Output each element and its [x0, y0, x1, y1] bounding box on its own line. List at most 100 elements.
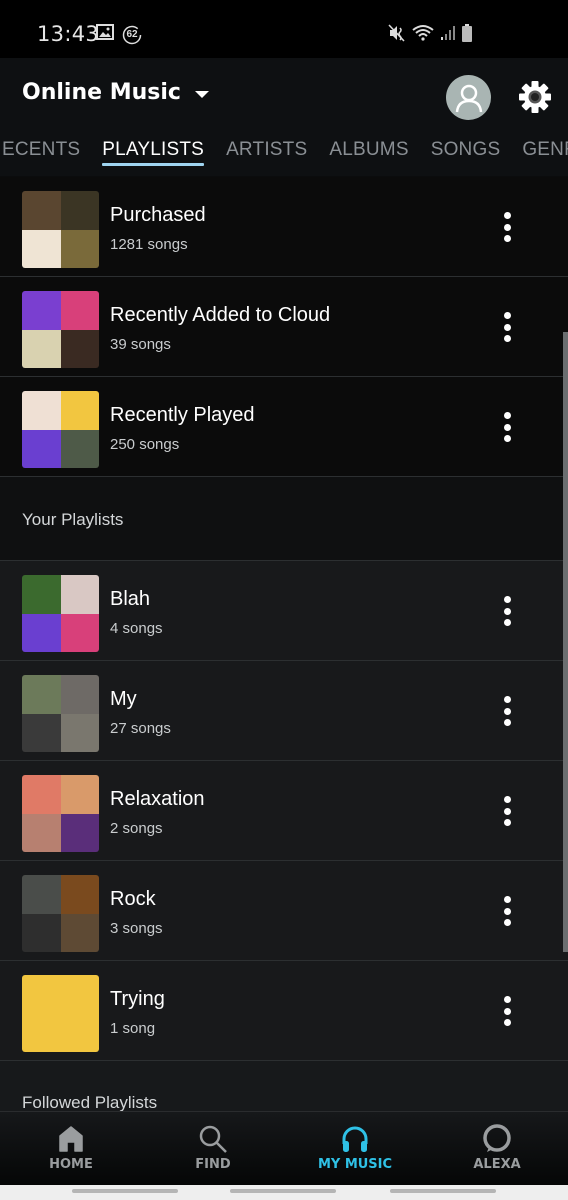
playlist-song-count: 39 songs	[110, 336, 171, 353]
mute-vibrate-icon	[388, 24, 406, 47]
playlist-artwork	[22, 291, 99, 368]
album-cover-tile	[60, 191, 99, 230]
album-cover-tile	[60, 291, 99, 330]
kebab-dot-icon	[503, 596, 511, 603]
album-cover-tile	[22, 429, 61, 468]
kebab-dot-icon	[503, 1007, 511, 1015]
album-cover-tile	[22, 329, 61, 368]
tab-bar: ECENTS PLAYLISTS ARTISTS ALBUMS SONGS GE…	[0, 138, 568, 170]
playlist-artwork	[22, 191, 99, 268]
home-gesture-handle[interactable]	[230, 1189, 336, 1193]
album-cover-tile	[60, 575, 99, 614]
kebab-dot-icon	[503, 996, 511, 1003]
kebab-dot-icon	[503, 719, 511, 726]
playlist-row-blah[interactable]: Blah 4 songs	[0, 561, 568, 661]
playlist-list: Purchased 1281 songs Recently Added to C…	[0, 177, 568, 1121]
more-options-button[interactable]	[497, 796, 517, 826]
album-cover-tile	[60, 229, 99, 268]
album-cover-tile	[60, 329, 99, 368]
playlist-artwork	[22, 391, 99, 468]
kebab-dot-icon	[503, 796, 511, 803]
playlist-song-count: 27 songs	[110, 720, 171, 737]
playlist-song-count: 3 songs	[110, 920, 163, 937]
playlist-title: Purchased	[110, 204, 206, 226]
playlist-title: Rock	[110, 888, 156, 910]
album-cover-tile	[22, 913, 61, 952]
kebab-dot-icon	[503, 423, 511, 431]
playlist-title: Recently Added to Cloud	[110, 304, 331, 326]
status-bar: 13:43 62	[0, 0, 568, 58]
album-cover-tile	[22, 813, 61, 852]
album-cover-tile	[22, 613, 61, 652]
playlist-song-count: 1281 songs	[110, 236, 188, 253]
playlist-title: Blah	[110, 588, 151, 610]
tab-albums[interactable]: ALBUMS	[318, 138, 419, 170]
album-cover-tile	[22, 575, 61, 614]
playlist-artwork	[22, 775, 99, 852]
more-options-button[interactable]	[497, 412, 517, 442]
kebab-dot-icon	[503, 907, 511, 915]
more-options-button[interactable]	[497, 212, 517, 242]
notification-count: 62	[126, 28, 138, 40]
nav-label: HOME	[49, 1157, 93, 1172]
more-options-button[interactable]	[497, 996, 517, 1026]
section-title: Your Playlists	[22, 510, 124, 529]
nav-find[interactable]: FIND	[142, 1112, 284, 1186]
album-cover-tile	[60, 775, 99, 814]
settings-button[interactable]	[517, 79, 553, 115]
playlist-song-count: 2 songs	[110, 820, 163, 837]
playlist-row-rock[interactable]: Rock 3 songs	[0, 861, 568, 961]
kebab-dot-icon	[503, 212, 511, 219]
kebab-dot-icon	[503, 323, 511, 331]
album-cover-tile	[22, 975, 99, 1052]
tab-playlists[interactable]: PLAYLISTS	[91, 138, 215, 170]
album-cover-tile	[22, 229, 61, 268]
playlist-row-trying[interactable]: Trying 1 song	[0, 961, 568, 1061]
nav-my-music[interactable]: MY MUSIC	[284, 1112, 426, 1186]
playlist-artwork	[22, 675, 99, 752]
more-options-button[interactable]	[497, 596, 517, 626]
playlist-row-purchased[interactable]: Purchased 1281 songs	[0, 177, 568, 277]
album-cover-tile	[60, 391, 99, 430]
back-gesture-handle[interactable]	[390, 1189, 496, 1193]
album-cover-tile	[22, 775, 61, 814]
data-saver-badge-icon: 62	[122, 25, 142, 45]
library-source-dropdown[interactable]: Online Music	[22, 80, 209, 105]
caret-down-icon	[194, 91, 209, 98]
kebab-dot-icon	[503, 807, 511, 815]
playlist-artwork	[22, 575, 99, 652]
more-options-button[interactable]	[497, 312, 517, 342]
scrollbar[interactable]	[563, 332, 568, 952]
app-header: Online Music ECENTS PLAYLISTS ARTISTS AL…	[0, 58, 568, 176]
status-time: 13:43	[37, 22, 100, 46]
section-header-your-playlists: Your Playlists	[0, 477, 568, 561]
album-cover-tile	[22, 713, 61, 752]
playlist-row-relaxation[interactable]: Relaxation 2 songs	[0, 761, 568, 861]
album-cover-tile	[60, 429, 99, 468]
playlist-row-my[interactable]: My 27 songs	[0, 661, 568, 761]
battery-icon	[462, 24, 472, 47]
more-options-button[interactable]	[497, 896, 517, 926]
tab-genres[interactable]: GENRES	[511, 138, 568, 170]
album-cover-tile	[22, 191, 61, 230]
playlist-row-recently-added[interactable]: Recently Added to Cloud 39 songs	[0, 277, 568, 377]
kebab-dot-icon	[503, 896, 511, 903]
playlist-row-recently-played[interactable]: Recently Played 250 songs	[0, 377, 568, 477]
bottom-nav: HOME FIND MY MUSIC ALEXA	[0, 1111, 568, 1186]
album-cover-tile	[22, 875, 61, 914]
kebab-dot-icon	[503, 819, 511, 826]
tab-artists[interactable]: ARTISTS	[215, 138, 318, 170]
profile-button[interactable]	[446, 75, 491, 120]
home-icon	[59, 1126, 83, 1152]
gallery-icon	[96, 24, 114, 45]
more-options-button[interactable]	[497, 696, 517, 726]
nav-alexa[interactable]: ALEXA	[426, 1112, 568, 1186]
kebab-dot-icon	[503, 919, 511, 926]
tab-recents[interactable]: ECENTS	[0, 138, 91, 170]
album-cover-tile	[22, 391, 61, 430]
album-cover-tile	[60, 913, 99, 952]
section-title: Followed Playlists	[22, 1093, 158, 1112]
tab-songs[interactable]: SONGS	[420, 138, 512, 170]
nav-home[interactable]: HOME	[0, 1112, 142, 1186]
recents-gesture-handle[interactable]	[72, 1189, 178, 1193]
